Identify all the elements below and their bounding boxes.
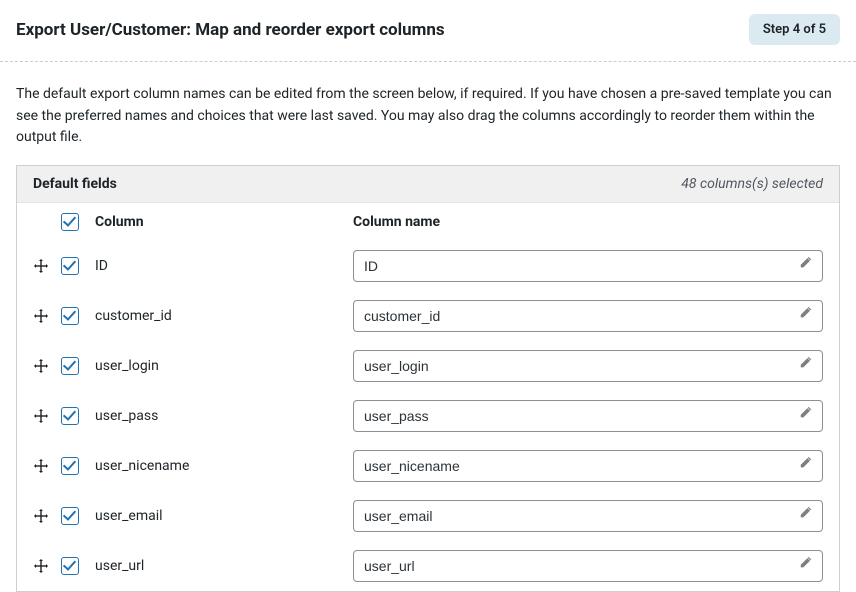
pencil-icon[interactable] <box>799 254 813 268</box>
page-header: Export User/Customer: Map and reorder ex… <box>0 0 856 62</box>
row-checkbox[interactable] <box>61 407 79 425</box>
drag-handle[interactable] <box>33 358 61 374</box>
table-row: customer_id <box>17 291 839 341</box>
header-column-name: Column name <box>353 214 823 230</box>
drag-icon <box>33 258 49 274</box>
column-label: user_nicename <box>95 458 353 474</box>
column-name-input[interactable] <box>353 450 823 482</box>
pencil-icon[interactable] <box>799 404 813 418</box>
drag-icon <box>33 558 49 574</box>
pencil-icon[interactable] <box>799 304 813 318</box>
column-label: user_login <box>95 358 353 374</box>
column-label: user_url <box>95 558 353 574</box>
description-text: The default export column names can be e… <box>0 62 856 165</box>
column-label: customer_id <box>95 308 353 324</box>
section-title: Default fields <box>33 176 117 192</box>
column-label: ID <box>95 258 353 274</box>
select-all-checkbox[interactable] <box>61 213 79 231</box>
step-badge: Step 4 of 5 <box>749 14 840 45</box>
table-row: user_email <box>17 491 839 541</box>
table-row: user_login <box>17 341 839 391</box>
drag-icon <box>33 358 49 374</box>
column-headers-row: Column Column name <box>17 202 839 241</box>
column-label: user_pass <box>95 408 353 424</box>
drag-handle[interactable] <box>33 458 61 474</box>
row-checkbox[interactable] <box>61 357 79 375</box>
column-label: user_email <box>95 508 353 524</box>
header-column: Column <box>95 214 353 230</box>
table-row: user_pass <box>17 391 839 441</box>
table-row: ID <box>17 241 839 291</box>
row-checkbox[interactable] <box>61 257 79 275</box>
drag-handle[interactable] <box>33 408 61 424</box>
selected-count: 48 columns(s) selected <box>681 176 823 192</box>
column-name-input[interactable] <box>353 500 823 532</box>
column-name-input[interactable] <box>353 550 823 582</box>
drag-handle[interactable] <box>33 508 61 524</box>
pencil-icon[interactable] <box>799 454 813 468</box>
table-row: user_url <box>17 541 839 591</box>
column-name-input[interactable] <box>353 250 823 282</box>
drag-icon <box>33 308 49 324</box>
row-checkbox[interactable] <box>61 307 79 325</box>
columns-table: Default fields 48 columns(s) selected Co… <box>16 165 840 592</box>
drag-icon <box>33 458 49 474</box>
table-row: user_nicename <box>17 441 839 491</box>
section-header: Default fields 48 columns(s) selected <box>17 166 839 202</box>
row-checkbox[interactable] <box>61 557 79 575</box>
column-name-input[interactable] <box>353 300 823 332</box>
drag-icon <box>33 408 49 424</box>
drag-icon <box>33 508 49 524</box>
column-name-input[interactable] <box>353 350 823 382</box>
row-checkbox[interactable] <box>61 457 79 475</box>
drag-handle[interactable] <box>33 308 61 324</box>
page-title: Export User/Customer: Map and reorder ex… <box>16 20 445 40</box>
pencil-icon[interactable] <box>799 354 813 368</box>
pencil-icon[interactable] <box>799 554 813 568</box>
drag-handle[interactable] <box>33 258 61 274</box>
drag-handle[interactable] <box>33 558 61 574</box>
pencil-icon[interactable] <box>799 504 813 518</box>
row-checkbox[interactable] <box>61 507 79 525</box>
column-name-input[interactable] <box>353 400 823 432</box>
rows-container: ID customer_id user_login user_pass user_nic… <box>17 241 839 591</box>
